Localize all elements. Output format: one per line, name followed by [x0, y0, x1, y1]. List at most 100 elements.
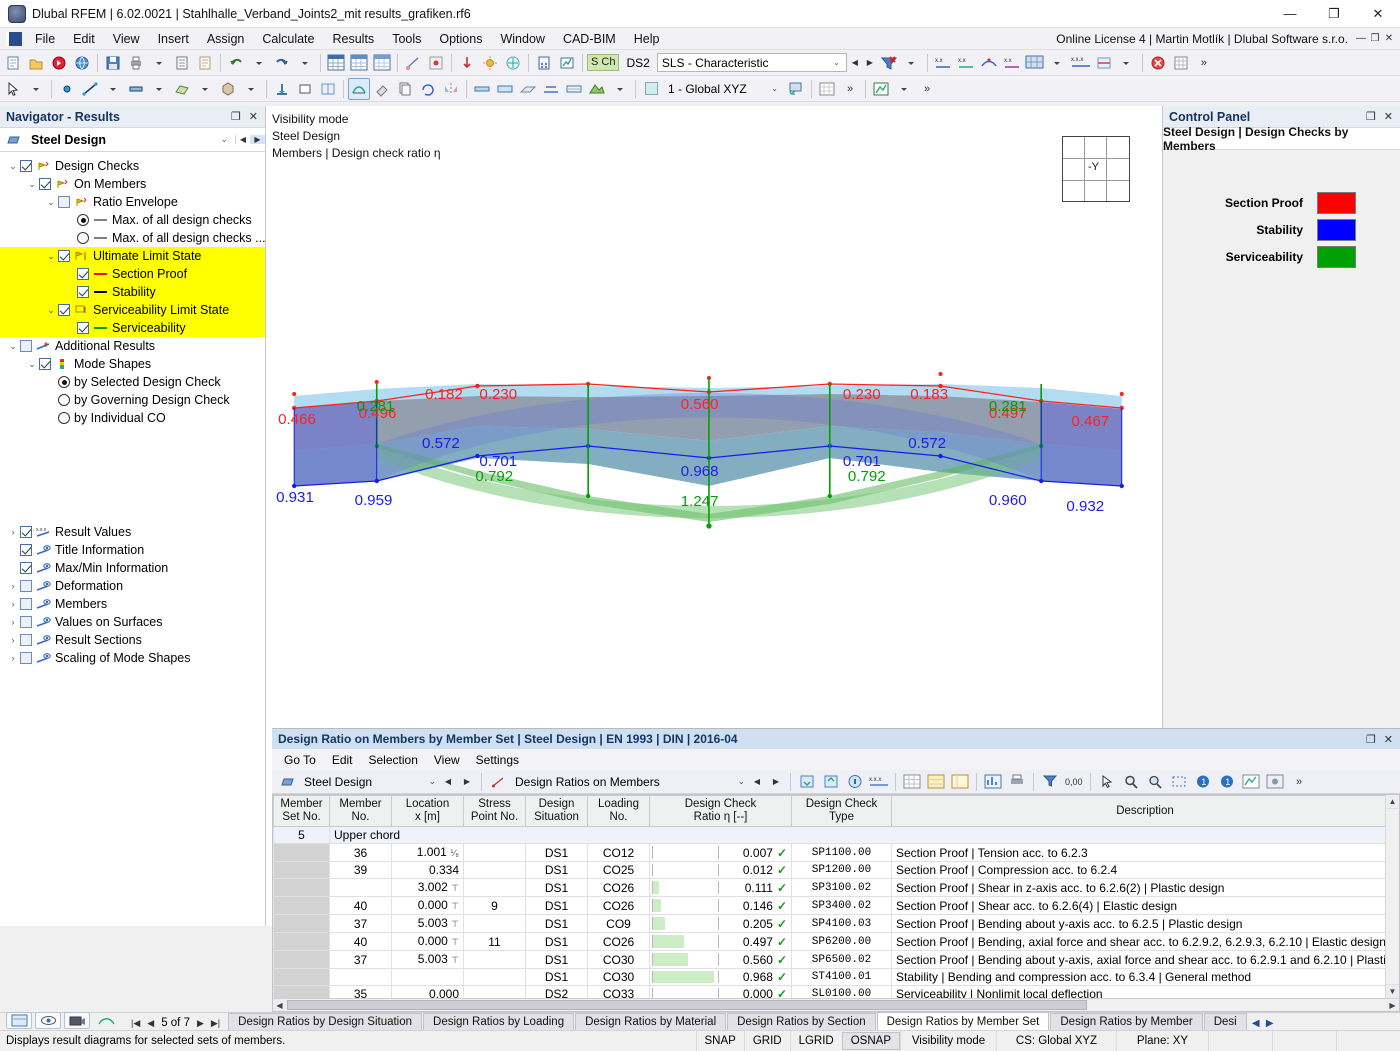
- table-chart-icon[interactable]: [982, 771, 1004, 793]
- snap-icon[interactable]: [425, 52, 447, 74]
- render-dropdown-icon[interactable]: [609, 78, 631, 100]
- table-decimals-icon[interactable]: 0,00: [1063, 771, 1085, 793]
- menu-item-results[interactable]: Results: [324, 30, 384, 48]
- results-diagram-icon[interactable]: [348, 78, 370, 100]
- radio-button[interactable]: [58, 412, 70, 424]
- load-case-combo[interactable]: SLS - Characteristic ⌄: [657, 53, 847, 72]
- table-result-combo[interactable]: Design Ratios on Members ⌄ ◀ ▶: [487, 772, 785, 791]
- legend-color-swatch[interactable]: [1317, 192, 1356, 214]
- scroll-up-icon[interactable]: ▲: [1386, 795, 1399, 809]
- checkbox[interactable]: [20, 562, 32, 574]
- document-icon[interactable]: [194, 52, 216, 74]
- checkbox[interactable]: [77, 286, 89, 298]
- diagram-results-icon[interactable]: x.x.x: [1070, 52, 1092, 74]
- checkbox[interactable]: [39, 178, 51, 190]
- menu-item-edit[interactable]: Edit: [64, 30, 104, 48]
- solid-icon[interactable]: [217, 78, 239, 100]
- checkbox[interactable]: [20, 340, 32, 352]
- extrude3-icon[interactable]: [517, 78, 539, 100]
- menu-item-cad-bim[interactable]: CAD-BIM: [554, 30, 625, 48]
- view-axes-icon[interactable]: [785, 78, 807, 100]
- mdi-close-icon[interactable]: ✕: [1382, 32, 1396, 46]
- checkbox[interactable]: [39, 358, 51, 370]
- redo-icon[interactable]: [271, 52, 293, 74]
- tree-item-values-on-surfaces[interactable]: ›Values on Surfaces: [0, 613, 265, 631]
- eraser-icon[interactable]: [371, 78, 393, 100]
- tab-scroll-right-icon[interactable]: ▶: [1264, 1018, 1276, 1029]
- surface-results-icon[interactable]: [1024, 52, 1046, 74]
- table-warning2-icon[interactable]: 1: [1216, 771, 1238, 793]
- control-panel-restore-icon[interactable]: ❐: [1366, 110, 1376, 123]
- tree-item-deformation[interactable]: ›Deformation: [0, 577, 265, 595]
- expander-icon[interactable]: ›: [6, 599, 20, 609]
- visibility-eye-icon[interactable]: [35, 1012, 61, 1029]
- nav-next-button[interactable]: ▶: [250, 135, 265, 144]
- expander-icon[interactable]: ⌄: [6, 341, 20, 352]
- grid-settings-icon[interactable]: [1170, 52, 1192, 74]
- scroll-left-icon[interactable]: ◀: [273, 999, 286, 1011]
- table-info-icon[interactable]: [844, 771, 866, 793]
- results-toggle-icon[interactable]: [93, 1012, 119, 1029]
- guide-object-icon[interactable]: [402, 52, 424, 74]
- table-menu-view[interactable]: View: [426, 751, 468, 769]
- print-icon[interactable]: [125, 52, 147, 74]
- tree-item-ratio-envelope[interactable]: ⌄Ratio Envelope: [0, 193, 265, 211]
- wind-icon[interactable]: [502, 52, 524, 74]
- open-table-icon[interactable]: [6, 1012, 32, 1029]
- status-grid[interactable]: GRID: [744, 1031, 790, 1051]
- radio-button[interactable]: [58, 394, 70, 406]
- render-icon[interactable]: [586, 78, 608, 100]
- navigator-close-icon[interactable]: ✕: [249, 110, 258, 123]
- member-icon[interactable]: [125, 78, 147, 100]
- calculate-icon[interactable]: [533, 52, 555, 74]
- undo-icon[interactable]: [225, 52, 247, 74]
- chevron-down-icon[interactable]: ⌄: [767, 84, 782, 93]
- column-header[interactable]: MemberSet No.: [274, 796, 330, 827]
- pager-last-button[interactable]: ▶|: [211, 1018, 220, 1029]
- status-resize-grip[interactable]: [1336, 1031, 1400, 1051]
- print-dropdown-icon[interactable]: [148, 52, 170, 74]
- table-search-icon[interactable]: [1120, 771, 1142, 793]
- chevron-down-icon[interactable]: ⌄: [213, 134, 235, 145]
- tree-item-mode-shapes[interactable]: ⌄Mode Shapes: [0, 355, 265, 373]
- legend-color-swatch[interactable]: [1317, 219, 1356, 241]
- table-module-combo[interactable]: Steel Design ⌄ ◀ ▶: [276, 772, 476, 791]
- table-row[interactable]: 390.334DS1CO250.012✓SP1200.00Section Pro…: [274, 862, 1399, 879]
- table-result-prev[interactable]: ◀: [750, 777, 764, 786]
- table-module-next[interactable]: ▶: [460, 777, 474, 786]
- mirror-icon[interactable]: [440, 78, 462, 100]
- mdi-minimize-icon[interactable]: —: [1354, 32, 1368, 46]
- next-loadcase-button[interactable]: ▶: [863, 53, 877, 72]
- tree-item-title-information[interactable]: Title Information: [0, 541, 265, 559]
- table-view3-icon[interactable]: [371, 52, 393, 74]
- table-row[interactable]: 375.003 ⊤DS1CO90.205✓SP4100.03Section Pr…: [274, 915, 1399, 933]
- table-yellow2-icon[interactable]: [949, 771, 971, 793]
- table-row[interactable]: 400.000 ⊤11DS1CO260.497✓SP6200.00Section…: [274, 933, 1399, 951]
- view-orientation-box[interactable]: -Y: [1062, 136, 1130, 202]
- pager-next-button[interactable]: ▶: [197, 1018, 204, 1029]
- member-results-icon[interactable]: x.x: [1001, 52, 1023, 74]
- radio-button[interactable]: [77, 214, 89, 226]
- expander-icon[interactable]: ⌄: [6, 161, 20, 172]
- extrude2-icon[interactable]: [494, 78, 516, 100]
- table-row[interactable]: 375.003 ⊤DS1CO300.560✓SP6500.02Section P…: [274, 951, 1399, 969]
- tab-desi[interactable]: Desi: [1204, 1013, 1247, 1030]
- coordinate-system-combo[interactable]: 1 - Global XYZ ⌄: [664, 79, 784, 98]
- select-icon[interactable]: [2, 78, 24, 100]
- select-dropdown-icon[interactable]: [25, 78, 47, 100]
- maximize-button[interactable]: ❐: [1312, 0, 1356, 28]
- checkbox[interactable]: [77, 322, 89, 334]
- table-horizontal-scrollbar[interactable]: ◀ ▶: [273, 998, 1399, 1011]
- table-row[interactable]: 350.000DS2CO330.000✓SL0100.00Serviceabil…: [274, 986, 1399, 999]
- column-header[interactable]: Design CheckType: [792, 796, 892, 827]
- extrude-icon[interactable]: [471, 78, 493, 100]
- checkbox[interactable]: [20, 526, 32, 538]
- prev-loadcase-button[interactable]: ◀: [848, 53, 862, 72]
- navigator-module-combo[interactable]: Steel Design ⌄ ◀ ▶: [0, 128, 265, 152]
- result-diagram[interactable]: 0.466 0.496 0.182 0.230 0.560 0.230 0.18…: [266, 196, 1162, 676]
- scroll-right-icon[interactable]: ▶: [1386, 999, 1399, 1011]
- overflow-icon[interactable]: »: [916, 78, 938, 100]
- menu-item-calculate[interactable]: Calculate: [253, 30, 323, 48]
- checkbox[interactable]: [58, 250, 70, 262]
- table-zoom-icon[interactable]: [1144, 771, 1166, 793]
